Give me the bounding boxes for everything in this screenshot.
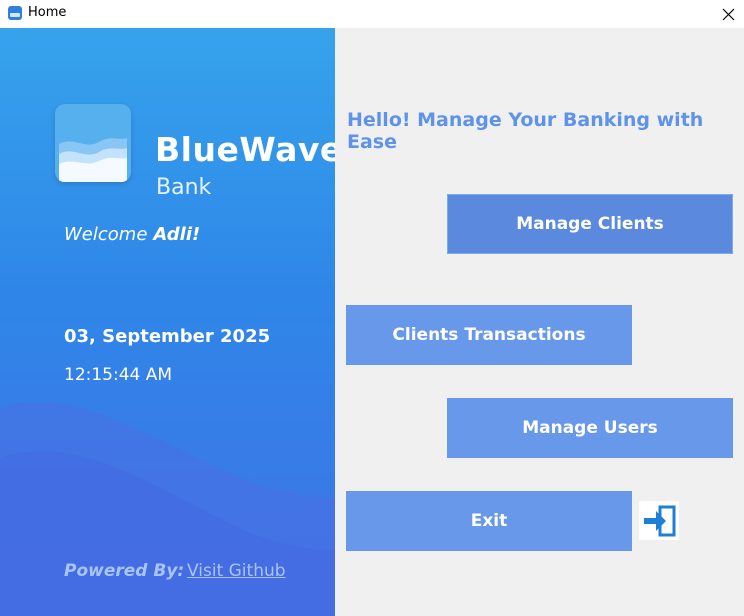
- page-headline: Hello! Manage Your Banking with Ease: [347, 109, 704, 153]
- github-link[interactable]: Visit Github: [187, 561, 286, 581]
- brand-subtitle: Bank: [156, 175, 212, 200]
- window-title: Home: [28, 5, 67, 20]
- exit-button[interactable]: Exit: [346, 491, 632, 551]
- close-button[interactable]: [712, 0, 744, 28]
- brand-name: BlueWave: [155, 130, 335, 169]
- close-icon: [722, 8, 734, 20]
- logo-icon: [55, 104, 131, 182]
- app-icon: [8, 6, 22, 20]
- current-time: 12:15:44 AM: [64, 365, 173, 385]
- current-date: 03, September 2025: [64, 326, 271, 347]
- background-wave: [0, 401, 335, 616]
- left-panel: BlueWave Bank Welcome Adli! 03, September…: [0, 28, 335, 616]
- powered-by-label: Powered By:: [64, 561, 185, 581]
- title-bar: Home: [0, 0, 744, 28]
- manage-clients-button[interactable]: Manage Clients: [447, 194, 733, 254]
- manage-users-button[interactable]: Manage Users: [447, 398, 733, 458]
- exit-icon: [644, 505, 676, 536]
- exit-icon-button[interactable]: [639, 501, 679, 540]
- welcome-label: Welcome: [64, 224, 148, 245]
- user-name: Adli!: [153, 224, 201, 245]
- welcome-message: Welcome Adli!: [64, 224, 200, 245]
- clients-transactions-button[interactable]: Clients Transactions: [346, 305, 632, 365]
